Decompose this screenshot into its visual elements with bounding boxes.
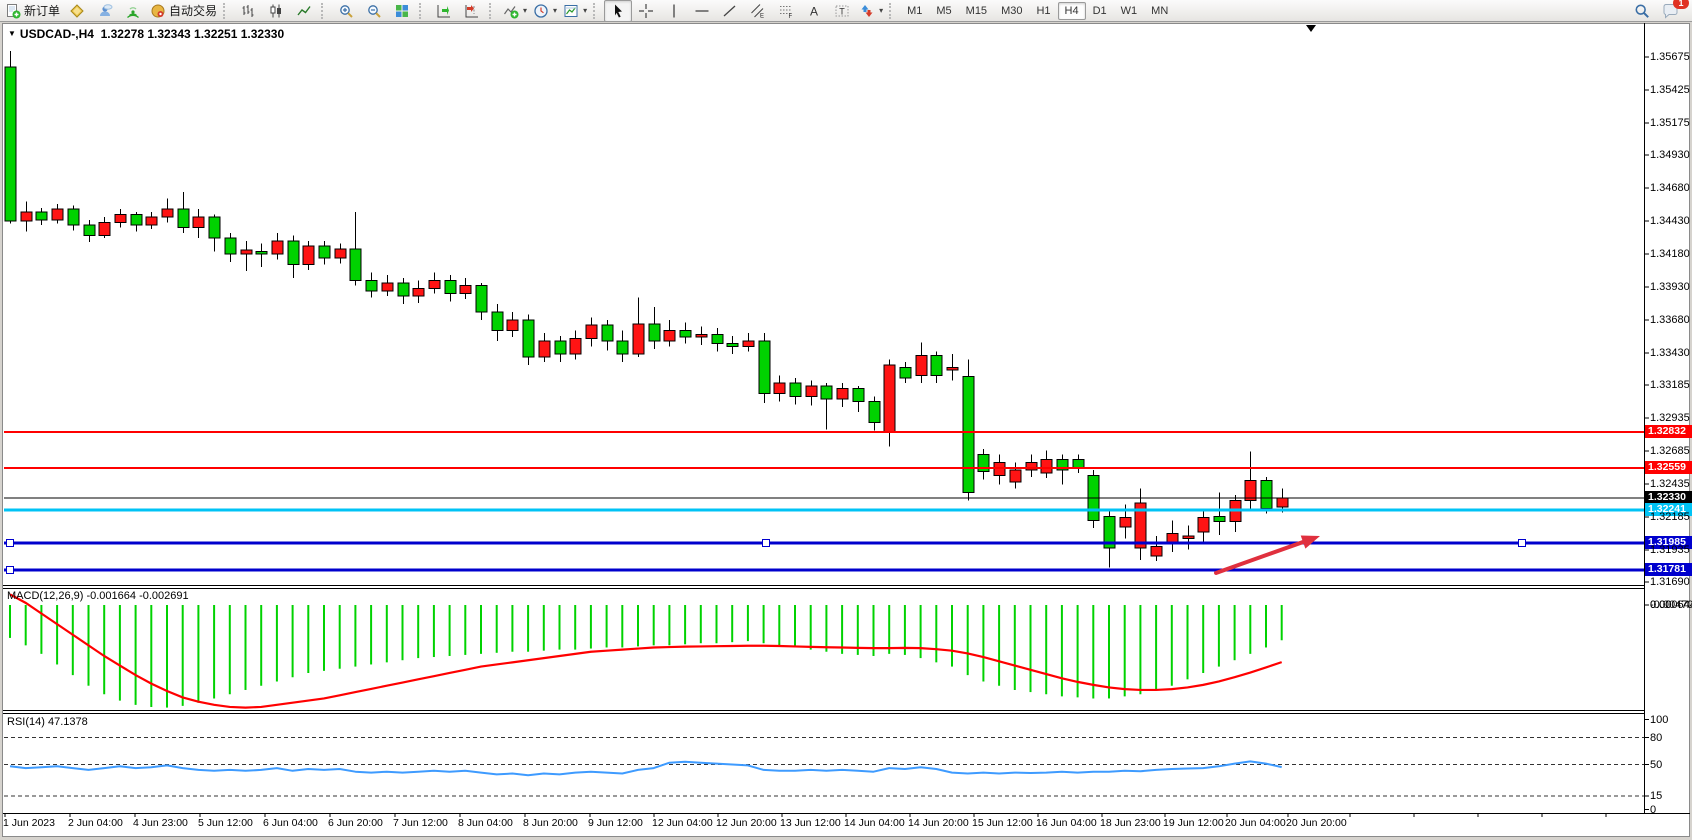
line-handle[interactable] <box>1519 540 1526 547</box>
macd-axis-label--0.004708: -0.004708 <box>1650 599 1692 611</box>
time-label: 8 Jun 20:00 <box>523 817 578 829</box>
time-label: 12 Jun 04:00 <box>652 817 713 829</box>
time-label: 16 Jun 04:00 <box>1036 817 1097 829</box>
time-label: 8 Jun 04:00 <box>458 817 513 829</box>
price-tick-1.34930: 1.34930 <box>1650 149 1690 161</box>
time-label: 6 Jun 04:00 <box>263 817 318 829</box>
macd-signal-line <box>10 594 1282 707</box>
price-tick-1.34180: 1.34180 <box>1650 248 1690 260</box>
panel-divider[interactable] <box>3 585 1644 589</box>
price-tick-1.35425: 1.35425 <box>1650 84 1690 96</box>
line-handle[interactable] <box>7 540 14 547</box>
rsi-axis-label-0: 0 <box>1650 804 1656 816</box>
price-tick-1.32185: 1.32185 <box>1650 511 1690 523</box>
price-tag-1.32559: 1.32559 <box>1645 461 1692 474</box>
price-tick-1.32935: 1.32935 <box>1650 412 1690 424</box>
price-tick-1.33680: 1.33680 <box>1650 314 1690 326</box>
chart-shift-marker[interactable] <box>1306 25 1316 32</box>
panel-divider[interactable] <box>3 710 1644 714</box>
time-label: 15 Jun 12:00 <box>972 817 1033 829</box>
time-label: 2 Jun 04:00 <box>68 817 123 829</box>
time-label: 7 Jun 12:00 <box>393 817 448 829</box>
support-line-1[interactable] <box>4 540 1644 547</box>
price-tick-1.32435: 1.32435 <box>1650 478 1690 490</box>
rsi-line <box>10 761 1282 775</box>
price-tick-1.33930: 1.33930 <box>1650 281 1690 293</box>
rsi-indicator-label: RSI(14) 47.1378 <box>7 716 88 728</box>
support-line-2[interactable] <box>4 567 1644 574</box>
price-tick-1.33430: 1.33430 <box>1650 347 1690 359</box>
candlestick-series <box>5 51 1288 568</box>
time-label: 4 Jun 23:00 <box>133 817 188 829</box>
rsi-axis-label-50: 50 <box>1650 759 1662 771</box>
trend-arrow[interactable] <box>1216 535 1320 573</box>
rsi-axis-label-100: 100 <box>1650 714 1668 726</box>
time-label: 1 Jun 2023 <box>3 817 55 829</box>
chart-canvas[interactable] <box>0 0 1692 840</box>
line-handle[interactable] <box>763 540 770 547</box>
price-axis-border <box>1644 23 1645 813</box>
time-label: 20 Jun 04:00 <box>1225 817 1286 829</box>
rsi-axis-label-15: 15 <box>1650 790 1662 802</box>
price-tick-1.35675: 1.35675 <box>1650 51 1690 63</box>
time-label: 5 Jun 12:00 <box>198 817 253 829</box>
time-label: 18 Jun 23:00 <box>1100 817 1161 829</box>
chart-quote: 1.32278 1.32343 1.32251 1.32330 <box>101 27 285 41</box>
chart-symbol-period: USDCAD-,H4 <box>20 27 94 41</box>
time-label: 19 Jun 12:00 <box>1163 817 1224 829</box>
time-label: 12 Jun 20:00 <box>716 817 777 829</box>
price-tick-1.34680: 1.34680 <box>1650 182 1690 194</box>
price-tick-1.31690: 1.31690 <box>1650 576 1690 588</box>
price-tick-1.35175: 1.35175 <box>1650 117 1690 129</box>
time-label: 20 Jun 20:00 <box>1286 817 1347 829</box>
price-tick-1.33185: 1.33185 <box>1650 379 1690 391</box>
macd-indicator-label: MACD(12,26,9) -0.001664 -0.002691 <box>7 590 189 602</box>
price-tag-1.32832: 1.32832 <box>1645 425 1692 438</box>
chart-title: ▼ USDCAD-,H4 1.32278 1.32343 1.32251 1.32… <box>8 27 284 41</box>
time-axis-border <box>3 813 1690 814</box>
time-label: 14 Jun 20:00 <box>908 817 969 829</box>
time-label: 9 Jun 12:00 <box>588 817 643 829</box>
macd-histogram <box>10 605 1282 708</box>
time-label: 13 Jun 12:00 <box>780 817 841 829</box>
price-tick-1.31935: 1.31935 <box>1650 544 1690 556</box>
symbol-dropdown-icon[interactable]: ▼ <box>8 29 16 38</box>
price-tick-1.32685: 1.32685 <box>1650 445 1690 457</box>
rsi-axis-label-80: 80 <box>1650 732 1662 744</box>
price-tick-1.34430: 1.34430 <box>1650 215 1690 227</box>
price-tag-1.31781: 1.31781 <box>1645 563 1692 576</box>
time-label: 14 Jun 04:00 <box>844 817 905 829</box>
mt4-terminal: 新订单 自动交易 <box>0 0 1692 840</box>
line-handle[interactable] <box>7 567 14 574</box>
time-label: 6 Jun 20:00 <box>328 817 383 829</box>
